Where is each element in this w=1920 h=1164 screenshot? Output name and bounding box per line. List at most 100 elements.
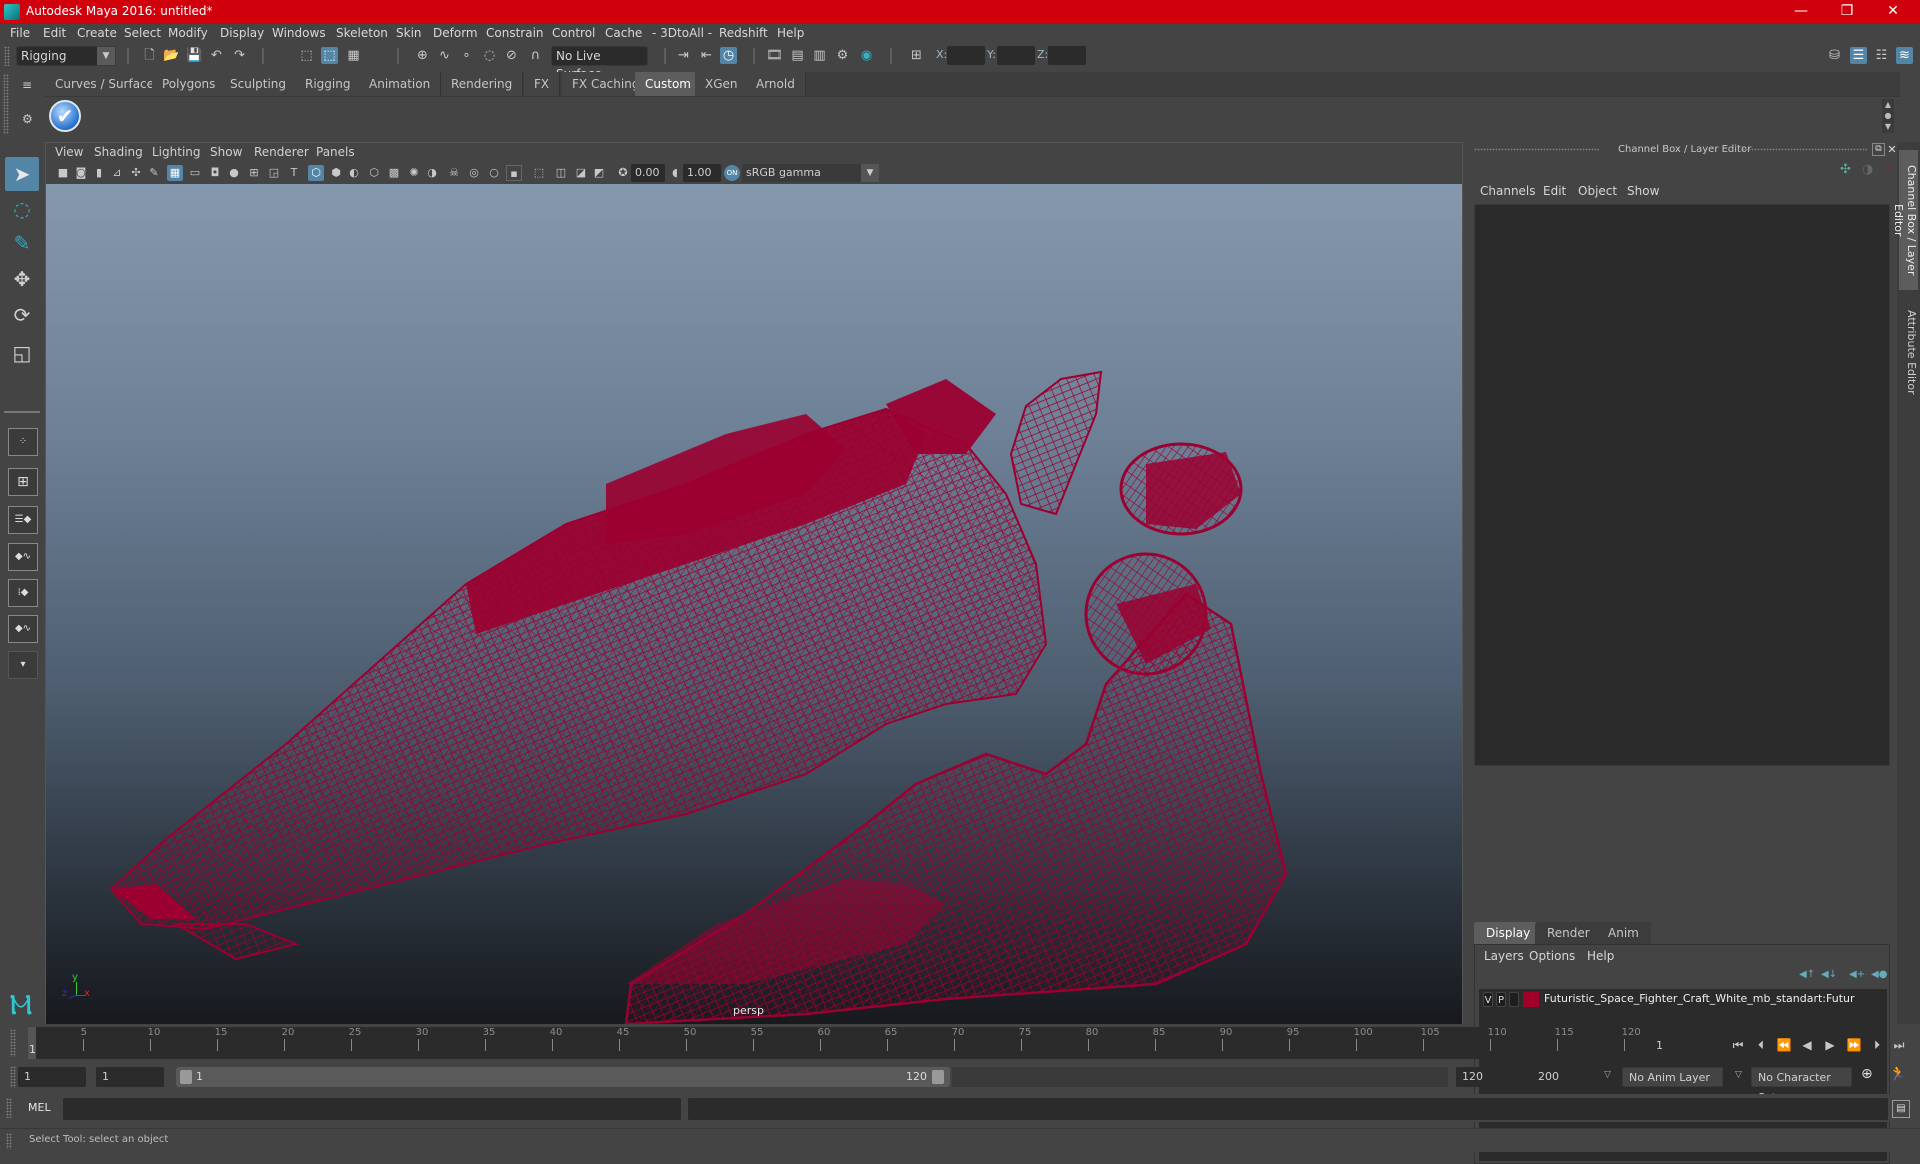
float-panel-icon[interactable]: ⧉ — [1872, 143, 1885, 156]
single-perspective-layout-icon[interactable]: ⁘ — [8, 428, 38, 456]
minimize-button[interactable]: — — [1778, 0, 1824, 24]
color-management-toggle-icon[interactable]: ON — [724, 165, 740, 181]
restore-button[interactable]: ❐ — [1824, 0, 1870, 24]
go-to-start-icon[interactable]: ⏮ — [1729, 1036, 1747, 1054]
layer-visibility-toggle[interactable]: V — [1483, 992, 1493, 1007]
menu-control[interactable]: Control — [552, 26, 595, 40]
menu-skin[interactable]: Skin — [396, 26, 422, 40]
new-layer-from-selected-icon[interactable]: ◀● — [1871, 969, 1887, 980]
x-field[interactable] — [947, 46, 985, 65]
new-scene-icon[interactable]: 🗋 — [141, 47, 158, 64]
select-by-object-icon[interactable]: ⬚ — [321, 47, 338, 64]
channel-menu-show[interactable]: Show — [1627, 184, 1659, 198]
film-gate-icon[interactable]: ▭ — [187, 165, 203, 181]
timeline-grip[interactable] — [10, 1029, 16, 1057]
use-all-lights-icon[interactable]: ✺ — [406, 165, 422, 181]
scale-tool-icon[interactable]: ◱ — [5, 336, 39, 370]
layer-tab-display[interactable]: Display — [1474, 922, 1543, 944]
shelf-tab-animation[interactable]: Animation — [359, 72, 442, 96]
titlebar-grip-right[interactable] — [1742, 148, 1867, 151]
output-operations-icon[interactable]: ⇤ — [698, 47, 715, 64]
status-line-grip[interactable] — [4, 46, 10, 66]
range-start-handle[interactable] — [180, 1070, 192, 1084]
hyperbolic-icon[interactable]: ↗ — [1882, 162, 1892, 176]
go-to-end-icon[interactable]: ⏭ — [1890, 1036, 1908, 1054]
menu-file[interactable]: File — [10, 26, 30, 40]
range-end-handle[interactable] — [932, 1070, 944, 1084]
animation-preferences-icon[interactable]: 🏃 — [1889, 1066, 1906, 1082]
lasso-tool-icon[interactable]: ◌ — [5, 192, 39, 226]
shelf-tab-rigging[interactable]: Rigging — [295, 72, 362, 96]
image-plane-icon[interactable]: ⊿ — [109, 165, 125, 181]
live-surface-field[interactable]: No Live Surface — [551, 46, 648, 81]
wireframe-icon[interactable]: ⬡ — [308, 165, 324, 181]
menu-redshift[interactable]: Redshift — [719, 26, 768, 40]
menu-edit[interactable]: Edit — [43, 26, 66, 40]
panel-menu-view[interactable]: View — [55, 145, 83, 159]
auto-keyframe-icon[interactable]: ⊕ — [1861, 1066, 1873, 1082]
gate-mask-icon[interactable]: ● — [226, 165, 242, 181]
panel-menu-panels[interactable]: Panels — [316, 145, 355, 159]
z-field[interactable] — [1048, 46, 1086, 65]
shelf-tab-sculpting[interactable]: Sculpting — [220, 72, 298, 96]
rotate-tool-icon[interactable]: ⟳ — [5, 298, 39, 332]
resolution-gate-icon[interactable]: ◘ — [207, 165, 223, 181]
gamma-icon[interactable]: ◖ — [667, 165, 683, 181]
paint-select-tool-icon[interactable]: ✎ — [5, 226, 39, 260]
new-empty-layer-icon[interactable]: ◀+ — [1849, 969, 1865, 980]
isolate-select-icon[interactable]: ⬚ — [531, 165, 547, 181]
tool-settings-toggle-icon[interactable]: ☷ — [1873, 47, 1890, 64]
select-tool-icon[interactable]: ➤ — [5, 157, 39, 191]
render-settings-icon[interactable]: ⚙ — [834, 47, 851, 64]
undo-icon[interactable]: ↶ — [208, 47, 225, 64]
range-slider[interactable]: 1 120 — [176, 1067, 950, 1087]
motion-blur-icon[interactable]: ◎ — [466, 165, 482, 181]
open-scene-icon[interactable]: 📂 — [163, 47, 180, 64]
playback-start-field[interactable]: 1 — [96, 1067, 164, 1087]
command-input[interactable] — [63, 1098, 681, 1120]
menu-3dtoall[interactable]: - 3DtoAll - — [652, 26, 712, 40]
gamma-field[interactable]: 1.00 — [683, 164, 721, 182]
layer-display-type-toggle[interactable] — [1509, 992, 1519, 1007]
persp-graph-layout-icon[interactable]: ◆∿ — [8, 543, 38, 571]
exposure-icon[interactable]: ✪ — [615, 165, 631, 181]
safe-title-icon[interactable]: T — [286, 165, 302, 181]
layer-menu-options[interactable]: Options — [1529, 949, 1575, 963]
depth-of-field-icon[interactable]: ▪ — [506, 165, 522, 181]
current-frame-field[interactable]: 1 — [1650, 1036, 1718, 1056]
snap-to-view-plane-icon[interactable]: ⊘ — [503, 47, 520, 64]
layer-tab-render[interactable]: Render — [1535, 922, 1602, 944]
textured-icon[interactable]: ▩ — [386, 165, 402, 181]
panel-menu-shading[interactable]: Shading — [94, 145, 143, 159]
menuset-dropdown[interactable]: Rigging ▼ — [16, 46, 116, 66]
menu-cache[interactable]: Cache — [605, 26, 642, 40]
hypershade-persp-layout-icon[interactable]: ⁞◆ — [8, 579, 38, 607]
shelf-tab-polygons[interactable]: Polygons — [152, 72, 227, 96]
layout-more-icon[interactable]: ▾ — [8, 651, 38, 679]
checkmark-icon[interactable]: ✔ — [49, 100, 81, 132]
render-current-frame-icon[interactable]: ▤ — [789, 47, 806, 64]
side-tab-channel-box[interactable]: Channel Box / Layer Editor — [1892, 150, 1918, 290]
play-forwards-icon[interactable]: ▶ — [1821, 1036, 1839, 1054]
channel-menu-channels[interactable]: Channels — [1480, 184, 1536, 198]
shelf-tab-rendering[interactable]: Rendering — [441, 72, 524, 96]
view-transform-dropdown[interactable]: sRGB gamma ▼ — [742, 164, 879, 182]
select-camera-icon[interactable]: ■ — [55, 165, 71, 181]
modeling-toolkit-icon[interactable]: ⛁ — [1826, 47, 1843, 64]
grease-pencil-icon[interactable]: ✎ — [146, 165, 162, 181]
ambient-occlusion-icon[interactable]: ☠ — [446, 165, 462, 181]
menu-create[interactable]: Create — [77, 26, 117, 40]
anim-layer-dropdown[interactable]: No Anim Layer — [1622, 1067, 1723, 1087]
step-forward-key-icon[interactable]: ⏩ — [1845, 1036, 1863, 1054]
snap-to-projected-center-icon[interactable]: ◌ — [481, 47, 498, 64]
channel-list[interactable] — [1474, 204, 1890, 766]
wireframe-on-shaded-icon[interactable]: ⬡ — [366, 165, 382, 181]
make-live-icon[interactable]: ∩ — [527, 47, 544, 64]
smooth-shade-icon[interactable]: ⬢ — [328, 165, 344, 181]
anti-aliasing-icon[interactable]: ○ — [486, 165, 502, 181]
input-operations-icon[interactable]: ⇥ — [675, 47, 692, 64]
ipr-render-icon[interactable]: ▥ — [811, 47, 828, 64]
layer-color-swatch[interactable] — [1523, 992, 1539, 1007]
y-field[interactable] — [997, 46, 1035, 65]
menu-constrain[interactable]: Constrain — [486, 26, 544, 40]
